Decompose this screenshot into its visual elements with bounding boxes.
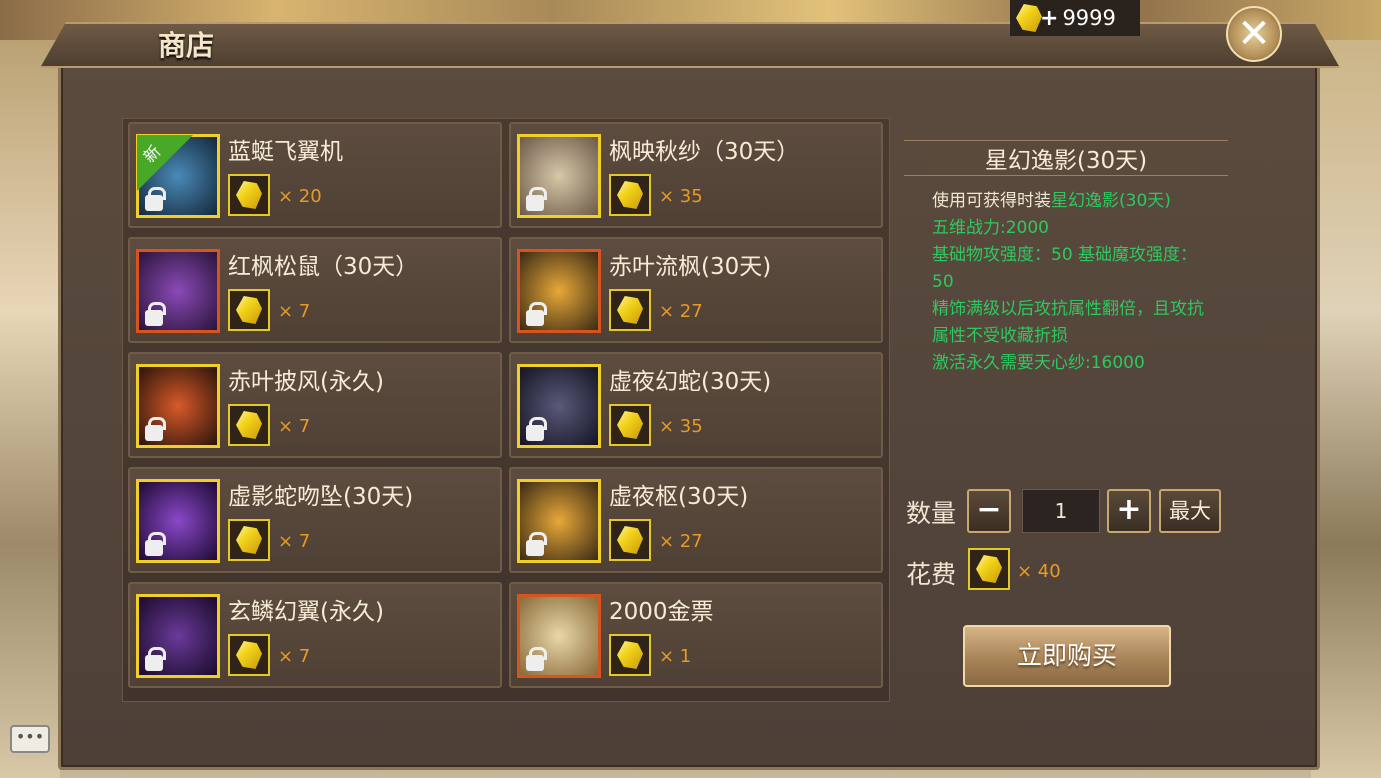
item-name: 赤叶披风(永久) bbox=[228, 369, 384, 395]
quantity-input[interactable]: 1 bbox=[1022, 489, 1100, 533]
detail-title: 星幻逸影(30天) bbox=[984, 148, 1148, 174]
item-icon bbox=[136, 249, 220, 333]
lock-icon bbox=[526, 187, 547, 211]
desc-line: 五维战力:2000 bbox=[932, 218, 1049, 238]
lock-icon bbox=[526, 417, 547, 441]
lock-icon bbox=[145, 647, 166, 671]
shop-item[interactable]: 2000金票 × 1 bbox=[509, 582, 883, 688]
shop-item[interactable]: 枫映秋纱（30天） × 35 bbox=[509, 122, 883, 228]
item-name: 虚夜幻蛇(30天) bbox=[609, 369, 772, 395]
item-icon bbox=[517, 249, 601, 333]
item-name: 枫映秋纱（30天） bbox=[609, 139, 800, 165]
item-name: 赤叶流枫(30天) bbox=[609, 254, 772, 280]
item-price: × 1 bbox=[659, 646, 692, 667]
background-right bbox=[1311, 0, 1381, 778]
lock-icon bbox=[145, 187, 166, 211]
item-price: × 7 bbox=[278, 301, 311, 322]
gem-icon bbox=[609, 634, 651, 676]
gem-icon bbox=[228, 289, 270, 331]
new-badge: 新 bbox=[137, 135, 193, 191]
quantity-label: 数量 bbox=[906, 499, 957, 528]
item-name: 红枫松鼠（30天） bbox=[228, 254, 419, 280]
item-icon: 新 bbox=[136, 134, 220, 218]
lock-icon bbox=[145, 302, 166, 326]
item-icon bbox=[136, 594, 220, 678]
increase-button[interactable]: + bbox=[1107, 489, 1151, 533]
gem-icon bbox=[228, 519, 270, 561]
item-name: 虚影蛇吻坠(30天) bbox=[228, 484, 414, 510]
buy-now-button[interactable]: 立即购买 bbox=[963, 625, 1171, 687]
shop-item[interactable]: 虚影蛇吻坠(30天) × 7 bbox=[128, 467, 502, 573]
item-name: 虚夜枢(30天) bbox=[609, 484, 749, 510]
shop-item[interactable]: 玄鳞幻翼(永久) × 7 bbox=[128, 582, 502, 688]
item-icon bbox=[517, 479, 601, 563]
item-icon bbox=[517, 134, 601, 218]
desc-line: 精饰满级以后攻抗属性翻倍，且攻抗属性不受收藏折损 bbox=[932, 299, 1204, 346]
shop-item[interactable]: 新 蓝蜓飞翼机 × 20 bbox=[128, 122, 502, 228]
close-button[interactable]: ✕ bbox=[1226, 6, 1282, 62]
item-price: × 35 bbox=[659, 186, 703, 207]
gem-icon bbox=[609, 404, 651, 446]
item-name: 玄鳞幻翼(永久) bbox=[228, 599, 384, 625]
gem-icon bbox=[609, 519, 651, 561]
item-price: × 27 bbox=[659, 301, 703, 322]
shop-item[interactable]: 虚夜枢(30天) × 27 bbox=[509, 467, 883, 573]
gem-icon bbox=[228, 174, 270, 216]
item-icon bbox=[136, 479, 220, 563]
shop-item[interactable]: 红枫松鼠（30天） × 7 bbox=[128, 237, 502, 343]
lock-icon bbox=[526, 532, 547, 556]
chat-icon[interactable]: ••• bbox=[10, 725, 50, 753]
item-price: × 7 bbox=[278, 531, 311, 552]
desc-item: 星幻逸影(30天) bbox=[1051, 191, 1171, 211]
gem-icon bbox=[968, 548, 1010, 590]
shop-item[interactable]: 赤叶流枫(30天) × 27 bbox=[509, 237, 883, 343]
item-price: × 7 bbox=[278, 416, 311, 437]
item-icon bbox=[517, 594, 601, 678]
detail-description: 使用可获得时装星幻逸影(30天) 五维战力:2000 基础物攻强度：50 基础魔… bbox=[932, 188, 1214, 377]
lock-icon bbox=[145, 532, 166, 556]
currency-display[interactable]: + 9999 bbox=[1010, 0, 1140, 36]
item-price: × 35 bbox=[659, 416, 703, 437]
add-currency-icon[interactable]: + bbox=[1040, 6, 1058, 31]
item-price: × 20 bbox=[278, 186, 322, 207]
item-grid: 新 蓝蜓飞翼机 × 20 枫映秋纱（30天） × 35 红枫松鼠（30天） × … bbox=[122, 118, 890, 702]
lock-icon bbox=[145, 417, 166, 441]
shop-item[interactable]: 赤叶披风(永久) × 7 bbox=[128, 352, 502, 458]
cost-label: 花费 bbox=[906, 560, 957, 589]
item-price: × 7 bbox=[278, 646, 311, 667]
item-name: 2000金票 bbox=[609, 599, 714, 625]
background-left bbox=[0, 0, 60, 778]
desc-line: 激活永久需要天心纱:16000 bbox=[932, 353, 1145, 373]
currency-amount: 9999 bbox=[1062, 6, 1116, 30]
item-price: × 27 bbox=[659, 531, 703, 552]
decrease-button[interactable]: − bbox=[967, 489, 1011, 533]
lock-icon bbox=[526, 302, 547, 326]
item-name: 蓝蜓飞翼机 bbox=[228, 139, 343, 165]
gem-icon bbox=[228, 404, 270, 446]
item-icon bbox=[136, 364, 220, 448]
desc-line: 基础物攻强度：50 基础魔攻强度：50 bbox=[932, 245, 1198, 292]
gem-icon bbox=[228, 634, 270, 676]
shop-item[interactable]: 虚夜幻蛇(30天) × 35 bbox=[509, 352, 883, 458]
desc-prefix: 使用可获得时装 bbox=[932, 191, 1051, 211]
item-icon bbox=[517, 364, 601, 448]
gem-icon bbox=[609, 174, 651, 216]
detail-header: 星幻逸影(30天) bbox=[904, 140, 1228, 176]
page-title: 商店 bbox=[158, 29, 215, 62]
gem-icon bbox=[609, 289, 651, 331]
cost-value: × 40 bbox=[1017, 561, 1061, 582]
lock-icon bbox=[526, 647, 547, 671]
title-bar bbox=[40, 22, 1340, 68]
max-button[interactable]: 最大 bbox=[1159, 489, 1221, 533]
